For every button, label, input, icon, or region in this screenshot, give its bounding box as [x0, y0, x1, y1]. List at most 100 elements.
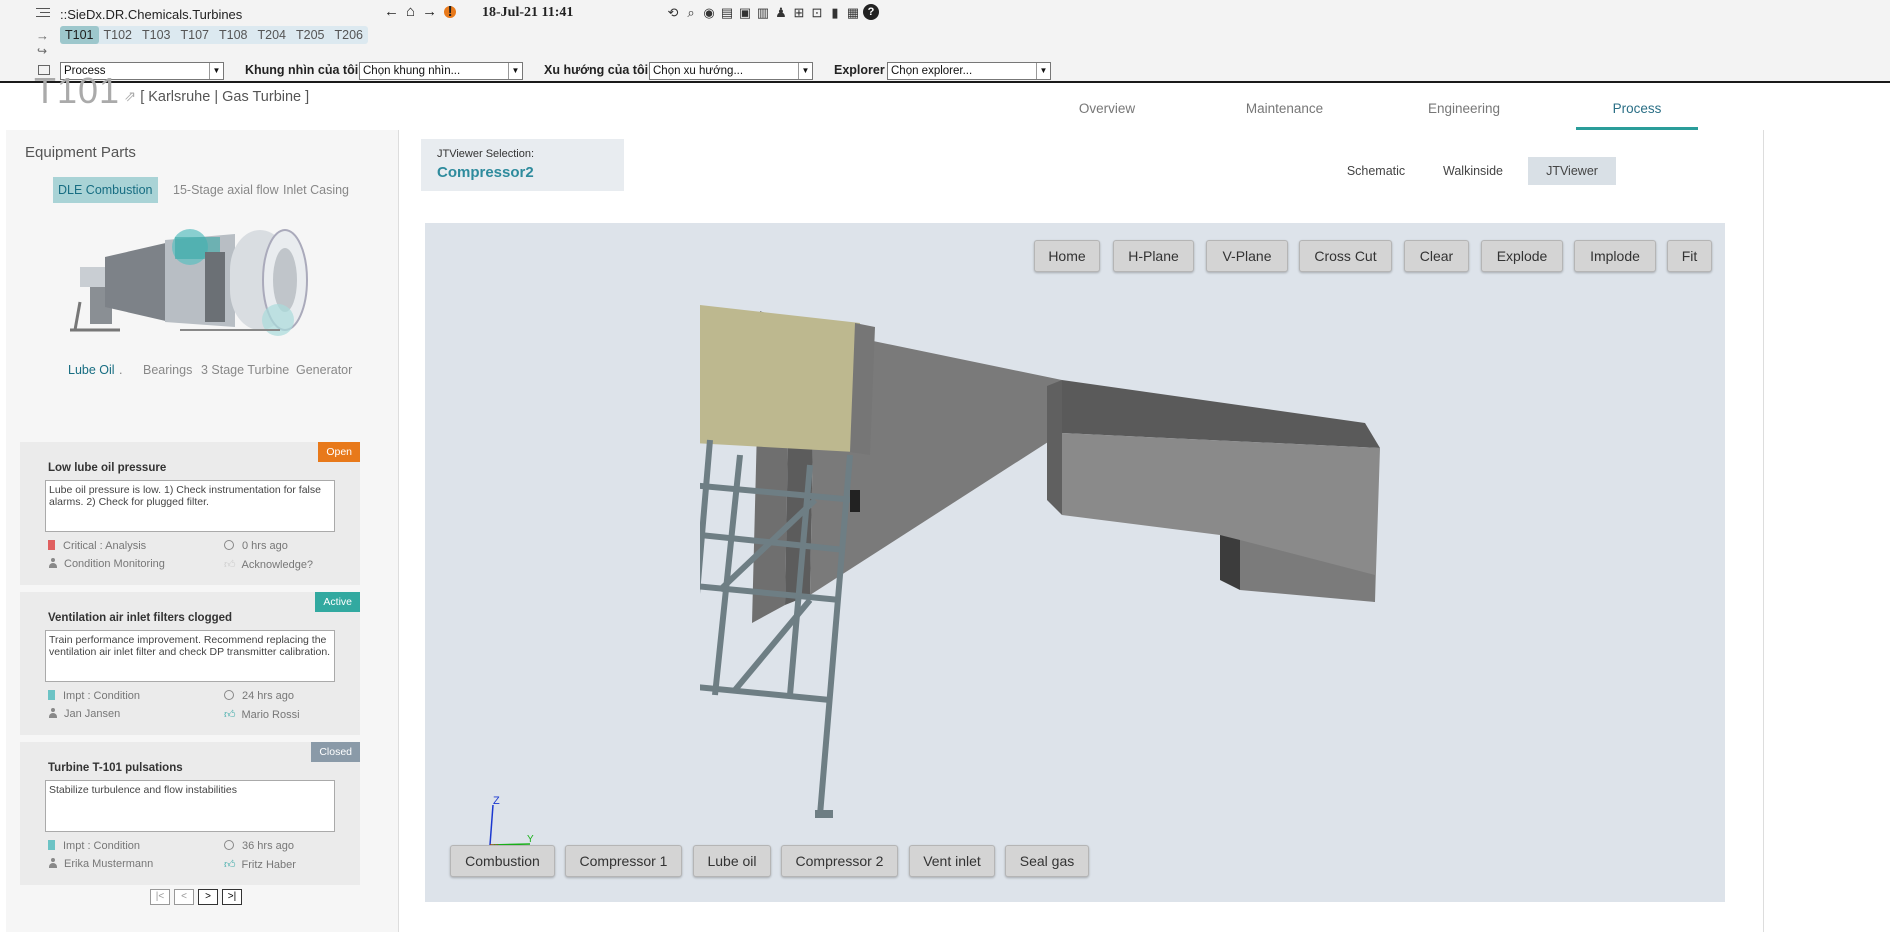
home-icon[interactable]: ⌂	[406, 3, 415, 20]
acknowledged-by: 👍︎ Mario Rossi	[224, 709, 300, 721]
asset-tab-t108[interactable]: T108	[214, 26, 253, 44]
chevron-down-icon: ▼	[508, 63, 522, 79]
part-dot[interactable]: .	[119, 363, 122, 377]
layout-icon[interactable]: ▥	[755, 4, 771, 21]
explode-button[interactable]: Explode	[1481, 240, 1563, 272]
view-tab-schematic[interactable]: Schematic	[1333, 157, 1419, 185]
alert-owner: Erika Mustermann	[48, 858, 153, 870]
asset-tab-t206[interactable]: T206	[330, 26, 369, 44]
link-icon: ⇗	[124, 89, 137, 105]
asset-tab-t107[interactable]: T107	[176, 26, 215, 44]
alert-icon[interactable]: !	[444, 3, 457, 20]
pager-prev[interactable]: <	[174, 889, 194, 905]
severity-icon	[48, 840, 55, 850]
bar-chart-icon[interactable]: ▮	[827, 4, 843, 21]
seal-gas-button[interactable]: Seal gas	[1005, 845, 1089, 877]
combustion-button[interactable]: Combustion	[450, 845, 555, 877]
refresh-icon[interactable]: ⟲	[665, 4, 681, 21]
tab-maintenance[interactable]: Maintenance	[1228, 94, 1341, 130]
chart-icon[interactable]: ▦	[845, 4, 861, 21]
tab-process[interactable]: Process	[1576, 94, 1698, 130]
user-icon	[48, 708, 58, 718]
alert-time: 0 hrs ago	[224, 540, 288, 552]
compressor-3d-model	[700, 305, 1380, 818]
menu-icon[interactable]	[36, 8, 50, 18]
alert-severity: Critical : Analysis	[48, 540, 146, 552]
acknowledged-by: 👍︎ Fritz Haber	[224, 859, 296, 871]
asset-tab-t102[interactable]: T102	[99, 26, 138, 44]
part-generator[interactable]: Generator	[296, 363, 352, 377]
clock-icon	[224, 540, 234, 550]
part-3-stage-turbine[interactable]: 3 Stage Turbine	[201, 363, 289, 377]
selection-label: JTViewer Selection:	[437, 148, 535, 160]
turbine-illustration	[70, 229, 308, 336]
view-tab-jtviewer[interactable]: JTViewer	[1528, 157, 1616, 185]
alert-owner: Condition Monitoring	[48, 558, 165, 570]
h-plane-button[interactable]: H-Plane	[1113, 240, 1194, 272]
my-view-select[interactable]: Chọn khung nhìn... ▼	[359, 62, 523, 80]
implode-button[interactable]: Implode	[1574, 240, 1656, 272]
alert-time: 36 hrs ago	[224, 840, 294, 852]
asset-tab-t205[interactable]: T205	[291, 26, 330, 44]
thumbs-up-icon: 👍︎	[224, 559, 236, 571]
search-icon[interactable]: ⌕	[683, 4, 699, 21]
briefcase-icon[interactable]: ▣	[737, 4, 753, 21]
alert-card[interactable]: Low lube oil pressure Open Lube oil pres…	[20, 442, 360, 585]
export-icon[interactable]: ⊡	[809, 4, 825, 21]
severity-icon	[48, 540, 55, 550]
chevron-down-icon: ▼	[1036, 63, 1050, 79]
clock-icon	[224, 690, 234, 700]
pager-first[interactable]: |<	[150, 889, 170, 905]
print-icon[interactable]: ▤	[719, 4, 735, 21]
tab-engineering[interactable]: Engineering	[1410, 94, 1518, 130]
vent-inlet-button[interactable]: Vent inlet	[909, 845, 995, 877]
current-date: 18-Jul-21 11:41	[482, 5, 574, 20]
alert-card[interactable]: Turbine T-101 pulsations Closed Stabiliz…	[20, 742, 360, 885]
home-button[interactable]: Home	[1034, 240, 1100, 272]
pager-next[interactable]: >	[198, 889, 218, 905]
asset-tab-t101[interactable]: T101	[60, 26, 99, 44]
location-icon[interactable]: ◉	[701, 4, 717, 21]
alert-title: Low lube oil pressure	[48, 462, 167, 474]
lube-oil-button[interactable]: Lube oil	[693, 845, 771, 877]
chevron-down-icon: ▼	[209, 63, 223, 79]
help-icon[interactable]: ?	[863, 4, 879, 20]
arrow-right-icon: →	[36, 28, 49, 43]
breadcrumb-path[interactable]: ::SieDx.DR.Chemicals.Turbines	[60, 7, 242, 22]
compressor-2-button[interactable]: Compressor 2	[781, 845, 898, 877]
forward-icon[interactable]: →	[422, 3, 437, 20]
clear-button[interactable]: Clear	[1404, 240, 1469, 272]
asset-tab-t103[interactable]: T103	[137, 26, 176, 44]
pager-last[interactable]: >|	[222, 889, 242, 905]
add-icon[interactable]: ⊞	[791, 4, 807, 21]
status-badge: Open	[318, 442, 360, 462]
explorer-label: Explorer	[834, 63, 885, 77]
explorer-select[interactable]: Chọn explorer... ▼	[887, 62, 1051, 80]
cross-cut-button[interactable]: Cross Cut	[1299, 240, 1392, 272]
compressor-1-button[interactable]: Compressor 1	[565, 845, 682, 877]
selection-box: JTViewer Selection: Compressor2	[421, 139, 624, 191]
my-view-label: Khung nhìn của tôi	[245, 63, 359, 77]
person-icon[interactable]: ♟	[773, 4, 789, 21]
part-dle-combustion[interactable]: DLE Combustion	[53, 177, 158, 203]
my-trend-label: Xu hướng của tôi	[544, 63, 649, 77]
part-inlet-casing[interactable]: Inlet Casing	[283, 183, 349, 197]
view-tab-walkinside[interactable]: Walkinside	[1430, 157, 1516, 185]
fit-button[interactable]: Fit	[1667, 240, 1712, 272]
back-icon[interactable]: ←	[384, 3, 399, 20]
acknowledge-link[interactable]: 👍︎ Acknowledge?	[224, 558, 313, 571]
alert-description: Lube oil pressure is low. 1) Check instr…	[45, 480, 335, 532]
asset-tab-t204[interactable]: T204	[253, 26, 292, 44]
my-trend-select[interactable]: Chọn xu hướng... ▼	[649, 62, 813, 80]
clock-icon	[224, 840, 234, 850]
part-axial-flow[interactable]: 15-Stage axial flow	[173, 183, 279, 197]
tab-overview[interactable]: Overview	[1060, 94, 1154, 130]
alert-card[interactable]: Ventilation air inlet filters clogged Ac…	[20, 592, 360, 735]
page-title: T101	[34, 70, 121, 110]
status-badge: Active	[315, 592, 360, 612]
part-bearings[interactable]: Bearings	[143, 363, 192, 377]
alert-title: Turbine T-101 pulsations	[48, 762, 183, 774]
v-plane-button[interactable]: V-Plane	[1206, 240, 1288, 272]
alert-description: Stabilize turbulence and flow instabilit…	[45, 780, 335, 832]
part-lube-oil[interactable]: Lube Oil	[68, 363, 115, 377]
